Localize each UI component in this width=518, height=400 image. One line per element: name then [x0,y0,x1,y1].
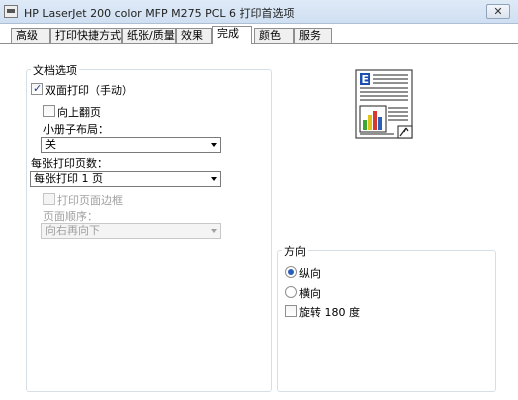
flip-pages-up-label: 向上翻页 [57,106,101,119]
page-order-select[interactable]: 向右再向下 [41,223,221,239]
tab-services[interactable]: 服务 [294,28,332,43]
flip-pages-up-checkbox[interactable] [43,105,55,117]
pages-per-sheet-label: 每张打印页数： [31,157,108,170]
tab-paper-quality[interactable]: 纸张/质量 [122,28,176,43]
booklet-layout-select[interactable]: 关 [41,137,221,153]
print-page-borders-checkbox[interactable] [43,193,55,205]
booklet-layout-label: 小册子布局： [43,123,109,136]
rotate-180-label: 旋转 180 度 [299,306,360,319]
orientation-title: 方向 [282,243,308,259]
window-title: HP LaserJet 200 color MFP M275 PCL 6 打印首… [24,7,295,20]
printer-icon [4,5,18,18]
portrait-label: 纵向 [299,267,321,280]
rotate-180-checkbox[interactable] [285,305,297,317]
svg-text:E: E [362,73,370,86]
title-bar: HP LaserJet 200 color MFP M275 PCL 6 打印首… [0,0,518,24]
chevron-down-icon [211,143,217,147]
tab-print-shortcuts[interactable]: 打印快捷方式 [50,28,122,43]
landscape-radio[interactable] [285,286,297,298]
tab-advanced[interactable]: 高级 [11,28,50,43]
document-options-title: 文档选项 [31,62,79,78]
pages-per-sheet-select[interactable]: 每张打印 1 页 [30,171,221,187]
tab-finishing[interactable]: 完成 [212,26,252,44]
duplex-label: 双面打印（手动） [45,84,133,97]
pages-per-sheet-value: 每张打印 1 页 [34,172,103,185]
portrait-radio[interactable] [285,266,297,278]
tab-color[interactable]: 颜色 [254,28,294,43]
page-order-value: 向右再向下 [45,224,100,237]
close-button[interactable]: ✕ [486,4,510,19]
tab-effects[interactable]: 效果 [176,28,212,43]
print-page-borders-label: 打印页面边框 [57,194,123,207]
page-order-label: 页面顺序： [43,210,98,223]
booklet-layout-value: 关 [45,138,56,151]
landscape-label: 横向 [299,287,321,300]
finishing-panel: 文档选项 双面打印（手动） 向上翻页 小册子布局： 关 每张打印页数： 每张打印… [0,44,518,400]
chevron-down-icon [211,229,217,233]
document-preview-icon: E [354,68,414,140]
tab-strip: 高级 打印快捷方式 纸张/质量 效果 完成 颜色 服务 [0,26,518,44]
duplex-checkbox[interactable] [31,82,43,95]
chevron-down-icon [211,177,217,181]
